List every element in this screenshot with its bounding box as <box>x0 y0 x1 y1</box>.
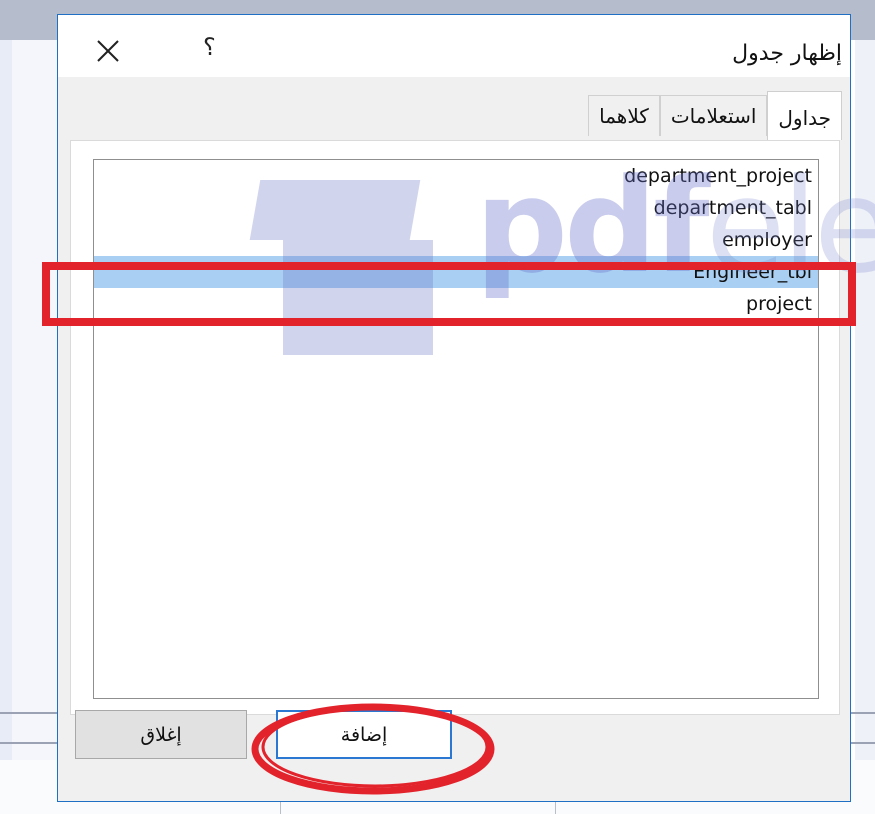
tab-strip: جداول استعلامات كلاهما <box>588 91 842 140</box>
help-button[interactable]: ؟ <box>203 33 216 61</box>
background-app-right-panel <box>855 40 875 814</box>
tables-list[interactable]: department_project department_tabl emplo… <box>93 159 819 699</box>
list-item-project[interactable]: project <box>94 288 818 320</box>
list-item-engineer-tbl[interactable]: Engineer_tbl <box>94 256 818 288</box>
list-item-employer[interactable]: employer <box>94 224 818 256</box>
tab-both[interactable]: كلاهما <box>588 95 660 136</box>
background-app-left-strip <box>0 40 12 814</box>
add-button[interactable]: إضافة <box>276 710 452 759</box>
close-icon <box>97 40 119 62</box>
close-dialog-button[interactable]: إغلاق <box>75 710 247 759</box>
tab-tables[interactable]: جداول <box>767 91 842 140</box>
list-item-department-project[interactable]: department_project <box>94 160 818 192</box>
tab-queries[interactable]: استعلامات <box>659 95 768 136</box>
show-table-dialog: ؟ إظهار جدول جداول استعلامات كلاهما depa… <box>57 14 851 802</box>
tab-panel-tables: department_project department_tabl emplo… <box>70 140 840 715</box>
dialog-title: إظهار جدول <box>732 41 842 66</box>
dialog-titlebar: ؟ إظهار جدول <box>58 15 850 77</box>
list-item-department-tabl[interactable]: department_tabl <box>94 192 818 224</box>
close-button[interactable] <box>88 31 128 71</box>
